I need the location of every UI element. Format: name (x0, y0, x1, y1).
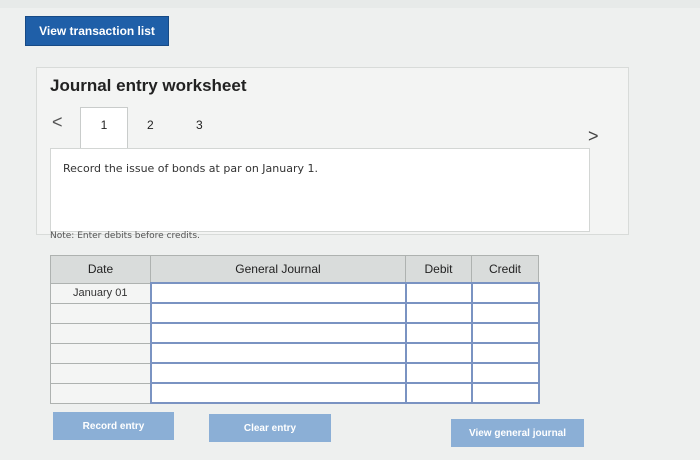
table-row (50, 322, 540, 344)
table-row (50, 382, 540, 404)
date-cell[interactable] (50, 342, 151, 364)
date-cell[interactable] (50, 382, 151, 404)
account-input[interactable] (149, 382, 407, 404)
table-row (50, 302, 540, 324)
debit-column-header: Debit (405, 255, 472, 284)
next-arrow-icon[interactable]: > (588, 126, 599, 147)
debit-input[interactable] (404, 282, 473, 304)
top-divider (0, 0, 700, 8)
credit-input[interactable] (470, 382, 540, 404)
credit-input[interactable] (470, 302, 540, 324)
prev-arrow-icon[interactable]: < (52, 112, 63, 133)
credit-input[interactable] (470, 322, 540, 344)
instruction-box (50, 148, 590, 232)
debit-input[interactable] (404, 362, 473, 384)
credit-input[interactable] (470, 282, 540, 304)
debit-input[interactable] (404, 302, 473, 324)
date-column-header: Date (50, 255, 151, 284)
view-transaction-list-button[interactable]: View transaction list (25, 16, 169, 46)
journal-table: Date General Journal Debit Credit Januar… (50, 255, 540, 404)
tab-label: 1 (100, 118, 108, 132)
table-row: January 01 (50, 282, 540, 304)
credit-input[interactable] (470, 342, 540, 364)
tab-2[interactable]: 2 (147, 118, 154, 132)
record-entry-button[interactable]: Record entry (53, 412, 174, 440)
account-input[interactable] (149, 302, 407, 324)
credit-column-header: Credit (471, 255, 539, 284)
debit-input[interactable] (404, 342, 473, 364)
table-row (50, 362, 540, 384)
account-input[interactable] (149, 362, 407, 384)
account-input[interactable] (149, 282, 407, 304)
account-input[interactable] (149, 322, 407, 344)
table-row (50, 342, 540, 364)
date-cell[interactable]: January 01 (50, 282, 151, 304)
debit-input[interactable] (404, 382, 473, 404)
instruction-text: Record the issue of bonds at par on Janu… (63, 162, 318, 175)
account-input[interactable] (149, 342, 407, 364)
tab-3[interactable]: 3 (196, 118, 203, 132)
page-title: Journal entry worksheet (50, 76, 247, 95)
date-cell[interactable] (50, 302, 151, 324)
debit-input[interactable] (404, 322, 473, 344)
general-journal-column-header: General Journal (150, 255, 406, 284)
credit-input[interactable] (470, 362, 540, 384)
view-general-journal-button[interactable]: View general journal (451, 419, 584, 447)
date-cell[interactable] (50, 322, 151, 344)
tab-1[interactable]: 1 (80, 107, 128, 149)
date-cell[interactable] (50, 362, 151, 384)
note-text: Note: Enter debits before credits. (50, 231, 200, 241)
clear-entry-button[interactable]: Clear entry (209, 414, 331, 442)
